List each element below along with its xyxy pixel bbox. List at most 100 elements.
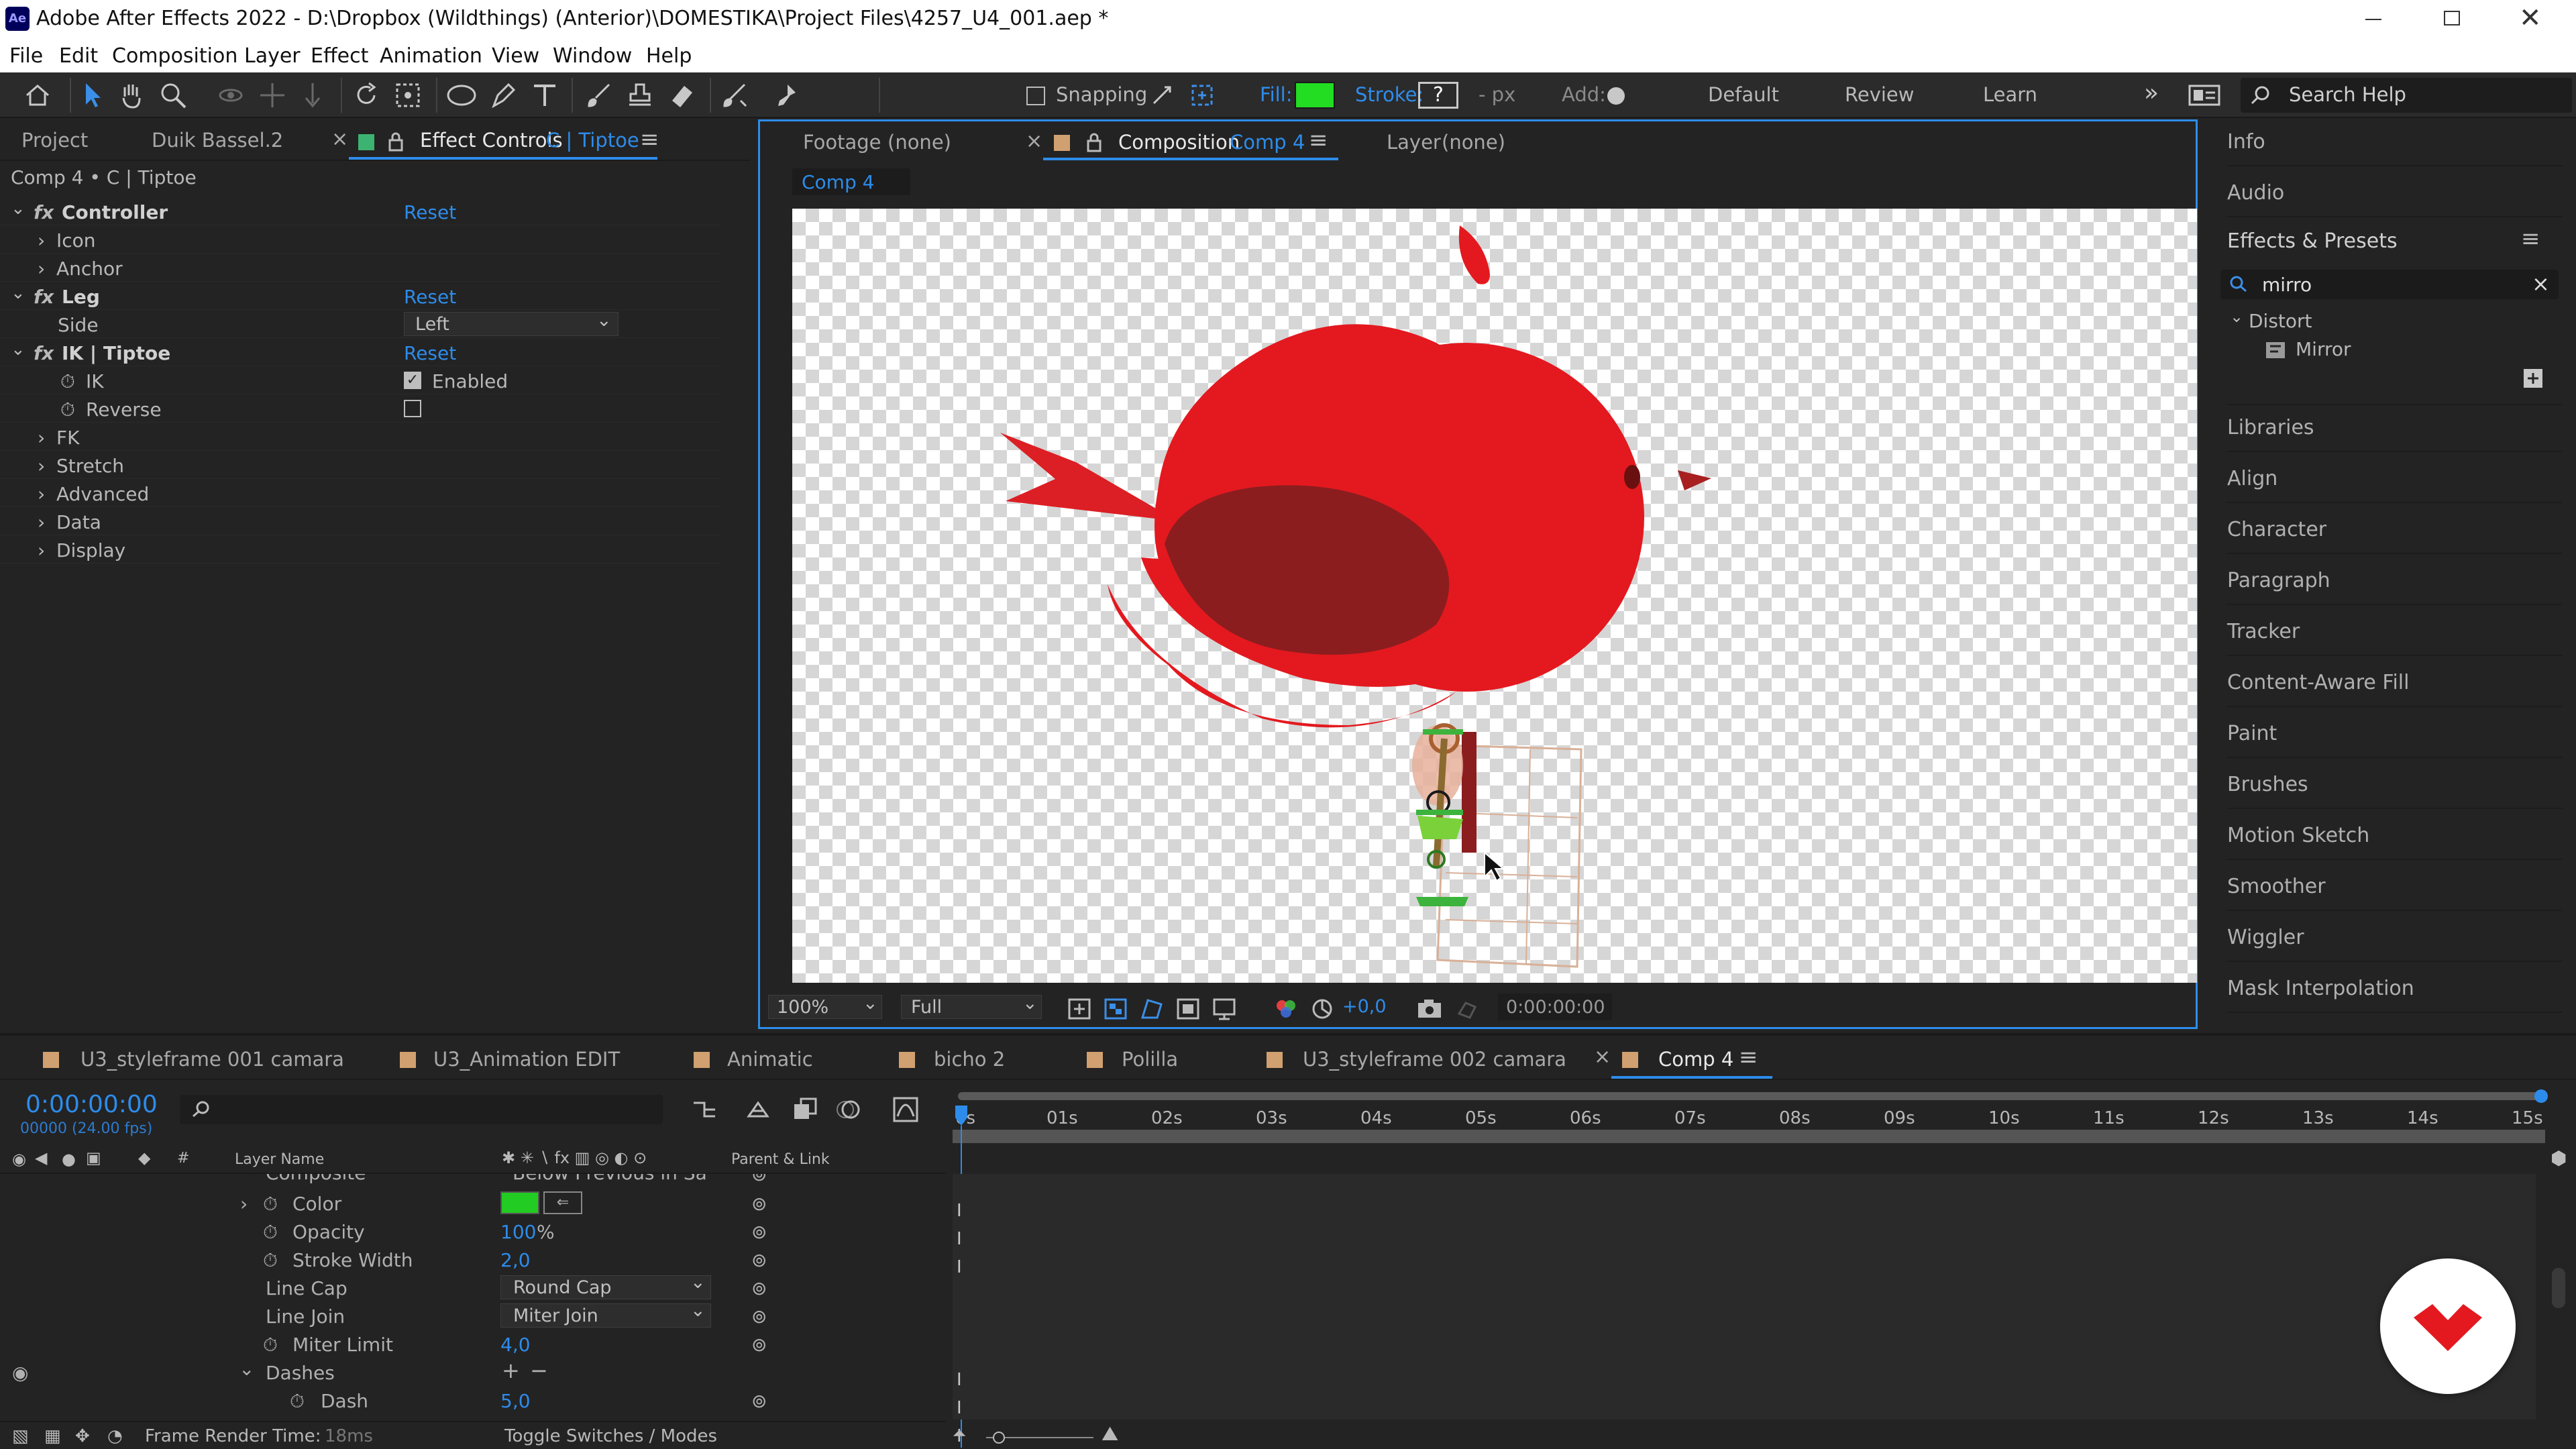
panel-menu-icon[interactable]: ≡ — [1739, 1044, 1758, 1071]
link-icon[interactable]: ⊚ — [751, 1277, 767, 1299]
work-area-end-handle[interactable] — [2534, 1089, 2548, 1103]
expand-arrow-icon[interactable]: ⌄ — [11, 339, 25, 360]
panel-paragraph[interactable]: Paragraph — [2227, 558, 2563, 605]
group-fk[interactable]: › FK — [0, 423, 721, 451]
timeline-tab-comp-4[interactable]: Comp 4 — [1658, 1048, 1733, 1071]
side-dropdown[interactable]: Left ⌄ — [404, 310, 619, 336]
group-advanced[interactable]: › Advanced — [0, 479, 721, 507]
chevron-down-icon[interactable]: ⌄ — [2230, 307, 2243, 326]
add-icon[interactable] — [1607, 87, 1625, 105]
panel-menu-icon[interactable]: ≡ — [640, 126, 659, 153]
link-icon[interactable]: ⊚ — [751, 1193, 767, 1215]
more-workspaces-icon[interactable]: » — [2144, 79, 2159, 107]
panel-audio[interactable]: Audio — [2227, 170, 2563, 217]
zoom-tool-icon[interactable] — [158, 80, 188, 110]
remove-dash-icon[interactable]: − — [530, 1358, 548, 1383]
reverse-checkbox[interactable] — [404, 400, 421, 417]
current-timecode[interactable]: 0:00:00:00 — [25, 1091, 158, 1118]
menu-view[interactable]: View — [492, 44, 539, 68]
minimize-icon[interactable] — [2365, 19, 2381, 20]
group-stretch[interactable]: › Stretch — [0, 451, 721, 479]
menu-layer[interactable]: Layer — [244, 44, 301, 68]
channel-icon[interactable] — [1274, 998, 1298, 1020]
stroke-label[interactable]: Stroke: — [1355, 83, 1424, 106]
label-tag-icon[interactable]: ◆ — [138, 1148, 150, 1167]
transparency-grid-icon[interactable] — [1104, 998, 1128, 1020]
controller-reset-button[interactable]: Reset — [404, 201, 456, 223]
region-of-interest-icon[interactable] — [1067, 998, 1091, 1020]
stopwatch-icon[interactable]: ⏱ — [263, 1334, 278, 1356]
panel-paint[interactable]: Paint — [2227, 711, 2563, 758]
ik-checkbox[interactable]: ✓ — [404, 372, 421, 389]
draft-3d-icon[interactable] — [745, 1096, 771, 1123]
eye-icon[interactable]: ◉ — [12, 1150, 26, 1169]
menu-animation[interactable]: Animation — [380, 44, 482, 68]
panel-info[interactable]: Info — [2227, 119, 2563, 166]
panel-motion-sketch[interactable]: Motion Sketch — [2227, 813, 2563, 860]
stopwatch-icon[interactable]: ⏱ — [60, 398, 75, 421]
guides-icon[interactable] — [1176, 998, 1200, 1020]
workspace-menu-icon[interactable] — [2188, 85, 2220, 106]
chevron-right-icon[interactable]: › — [38, 229, 45, 252]
snapshot-camera-icon[interactable] — [1416, 998, 1443, 1020]
stopwatch-icon[interactable]: ⏱ — [263, 1193, 278, 1216]
opacity-value[interactable]: 100 — [500, 1221, 536, 1243]
comp-breadcrumb[interactable]: Comp 4 — [792, 168, 910, 195]
home-icon[interactable] — [24, 82, 51, 109]
effect-controller[interactable]: ⌄ fx Controller Reset — [0, 197, 721, 225]
resolution-dropdown[interactable]: Full ⌄ — [901, 993, 1042, 1019]
type-tool-icon[interactable] — [530, 80, 559, 110]
fill-swatch[interactable] — [1295, 82, 1335, 109]
chevron-right-icon[interactable]: › — [38, 455, 45, 477]
timeline-tab-bicho-2[interactable]: bicho 2 — [934, 1048, 1005, 1071]
chevron-right-icon[interactable]: › — [38, 258, 45, 280]
workspace-review[interactable]: Review — [1845, 83, 1914, 106]
toggle-switches-modes[interactable]: Toggle Switches / Modes — [504, 1426, 717, 1446]
tab-composition[interactable]: Composition — [1118, 131, 1240, 154]
new-bin-icon[interactable] — [2521, 366, 2545, 390]
line-join-dropdown[interactable]: Miter Join ⌄ — [500, 1300, 711, 1328]
layer-name-column[interactable]: Layer Name — [235, 1151, 324, 1168]
zoom-slider-knob[interactable] — [993, 1432, 1005, 1444]
timeline-tab-animatic[interactable]: Animatic — [727, 1048, 813, 1071]
snap-features-icon[interactable] — [1189, 82, 1216, 109]
ik-reset-button[interactable]: Reset — [404, 342, 456, 364]
property-icon[interactable]: › Icon — [0, 225, 721, 254]
orbit-tool-icon[interactable] — [216, 80, 246, 110]
panel-wiggler[interactable]: Wiggler — [2227, 915, 2563, 962]
effect-mirror[interactable]: Mirror — [2296, 338, 2351, 360]
group-display[interactable]: › Display — [0, 535, 721, 564]
menu-help[interactable]: Help — [646, 44, 692, 68]
composite-value[interactable]: Below Previous in Sa — [513, 1174, 707, 1184]
chevron-right-icon[interactable]: › — [38, 427, 45, 449]
dolly-icon[interactable] — [298, 80, 327, 110]
chevron-right-icon[interactable]: › — [240, 1193, 248, 1215]
leg-reset-button[interactable]: Reset — [404, 286, 456, 308]
composition-flowchart-icon[interactable] — [691, 1096, 718, 1123]
close-tab-icon[interactable]: × — [331, 127, 348, 151]
timeline-zoom-slider[interactable]: ⏶ ⛰ — [953, 1422, 1140, 1446]
roto-brush-icon[interactable] — [720, 80, 750, 110]
panel-character[interactable]: Character — [2227, 507, 2563, 554]
miter-limit-value[interactable]: 4,0 — [500, 1334, 531, 1356]
eraser-tool-icon[interactable] — [667, 80, 696, 110]
graph-editor-icon[interactable] — [892, 1096, 919, 1123]
panel-tracker[interactable]: Tracker — [2227, 609, 2563, 656]
lock-icon[interactable] — [388, 131, 404, 152]
category-distort[interactable]: Distort — [2249, 310, 2312, 332]
stopwatch-icon[interactable]: ⏱ — [263, 1249, 278, 1272]
timeline-tab-styleframe-002[interactable]: U3_styleframe 002 camara — [1303, 1048, 1566, 1071]
menu-window[interactable]: Window — [553, 44, 632, 68]
close-tab-icon[interactable]: × — [1594, 1045, 1611, 1069]
link-icon[interactable]: ⊚ — [751, 1174, 767, 1185]
hand-tool-icon[interactable] — [118, 80, 145, 110]
layer-switches-icon[interactable]: ▧ — [12, 1426, 29, 1446]
chevron-right-icon[interactable]: › — [38, 539, 45, 561]
tab-duik-bassel[interactable]: Duik Bassel.2 — [152, 129, 283, 152]
frame-blending-icon[interactable] — [792, 1096, 818, 1123]
eyedropper-icon[interactable]: ⇐ — [543, 1191, 582, 1214]
rotate-tool-icon[interactable] — [352, 80, 381, 110]
panel-menu-icon[interactable]: ≡ — [2521, 225, 2540, 252]
switches-column-icon[interactable]: ✱ ✳ ∖ fx ▥ ◎ ◐ ⊙ — [502, 1148, 647, 1167]
timeline-scrollbar[interactable]: ⬢ — [2549, 1147, 2569, 1442]
